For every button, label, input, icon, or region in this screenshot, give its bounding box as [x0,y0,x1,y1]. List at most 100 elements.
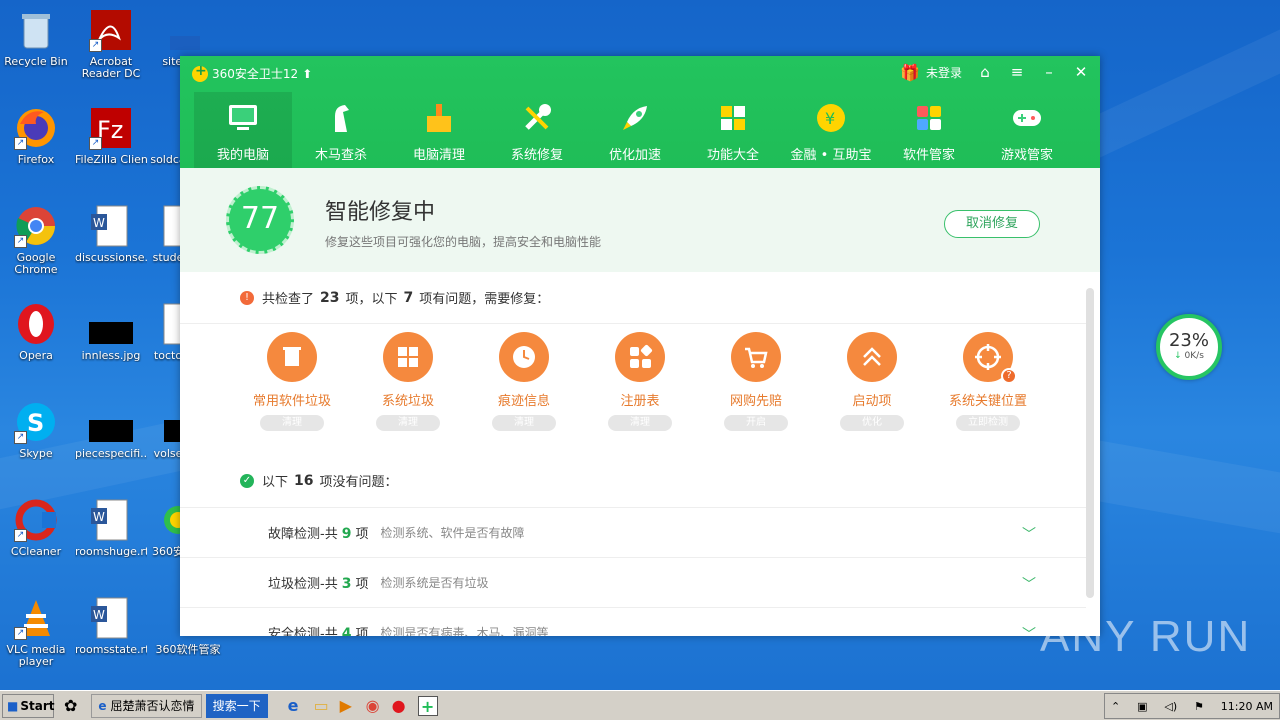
acrobat-icon: ↗ [89,8,133,52]
tab-finance[interactable]: ¥ 金融 • 互助宝 [782,92,880,168]
opera-taskbar-icon[interactable]: ● [392,696,412,716]
cancel-repair-button[interactable]: 取消修复 [944,210,1040,238]
svg-text:W: W [93,608,105,622]
issue-action-button[interactable]: 清理 [608,415,672,431]
ok-category-row[interactable]: 垃圾检测-共 3 项 检测系统是否有垃圾 ﹀ [180,558,1086,608]
network-tray-icon[interactable]: ▣ [1137,700,1147,713]
issue-item[interactable]: 网购先赔 开启 [698,332,814,454]
ok-category-row[interactable]: 故障检测-共 9 项 检测系统、软件是否有故障 ﹀ [180,508,1086,558]
issue-item[interactable]: 启动项 优化 [814,332,930,454]
tab-system-repair[interactable]: 系统修复 [488,92,586,168]
tab-my-computer[interactable]: 我的电脑 [194,92,292,168]
repair-status-panel: 77 智能修复中 修复这些项目可强化您的电脑，提高安全和电脑性能 取消修复 [180,168,1100,272]
tab-label: 软件管家 [902,148,955,163]
tab-label: 我的电脑 [216,148,269,163]
recycle-bin-icon [14,8,58,52]
issue-item[interactable]: 注册表 清理 [582,332,698,454]
chevron-down-icon[interactable]: ﹀ [1022,524,1036,544]
media-player-icon[interactable]: ▶ [340,696,360,716]
shortcut-arrow-icon: ↗ [14,431,27,444]
tab-features[interactable]: 功能大全 [684,92,782,168]
taskbar-ie-window[interactable]: e 屈楚萧否认恋情 [91,693,202,718]
gift-icon[interactable]: 🎁 [900,63,920,82]
tab-label: 游戏管家 [1000,148,1053,163]
upgrade-arrow-icon[interactable]: ⬆ [302,67,312,81]
issue-name: 注册表 [620,394,660,409]
tab-label: 金融 • 互助宝 [790,148,872,163]
tab-label: 系统修复 [510,148,563,163]
main-nav: 我的电脑 木马查杀 电脑清理 系统修复 优化加速 功能大全 ¥ 金融 • 互助宝… [194,92,1076,168]
desktop-icon-filezilla[interactable]: Fz ↗ FileZilla Client [75,106,147,166]
tab-speedup[interactable]: 优化加速 [586,92,684,168]
explorer-folder-icon[interactable]: ▭ [314,696,334,716]
close-icon[interactable]: ✕ [1072,62,1090,82]
quicklaunch-icon[interactable]: ✿ [64,696,77,715]
tab-software-manager[interactable]: 软件管家 [880,92,978,168]
desktop-icon-innless[interactable]: innless.jpg [75,302,147,362]
horse-icon [325,102,357,134]
network-speed: ↓ 0K/s [1174,351,1204,361]
desktop-icon-roomsstate[interactable]: W roomsstate.rtf [75,596,147,656]
tab-trojan-scan[interactable]: 木马查杀 [292,92,390,168]
desktop-icon-recycle-bin[interactable]: Recycle Bin [0,8,72,68]
issue-item[interactable]: 痕迹信息 清理 [466,332,582,454]
chrome-taskbar-icon[interactable]: ◉ [366,696,386,716]
shortcut-arrow-icon: ↗ [14,137,27,150]
gamepad-icon [1011,102,1043,134]
desktop-icon-chrome[interactable]: ↗ Google Chrome [0,204,72,276]
issue-item[interactable]: 常用软件垃圾 清理 [234,332,350,454]
desktop-icon-label: Google Chrome [14,252,58,276]
desktop-icon-label: VLC media player [6,644,66,668]
flag-icon[interactable]: ⚑ [1194,700,1204,713]
search-button[interactable]: 搜索一下 [205,693,268,718]
desktop-icon-opera[interactable]: Opera [0,302,72,362]
issue-name: 系统关键位置 [948,394,1027,409]
ok-category-row[interactable]: 安全检测-共 4 项 检测是否有病毒、木马、漏洞等 ﹀ [180,608,1086,636]
chevron-down-icon[interactable]: ﹀ [1022,574,1036,594]
desktop-icon-discussion-doc[interactable]: W discussionse... [75,204,147,264]
ie-quicklaunch-icon[interactable]: e [288,696,308,716]
clock-time[interactable]: 11:20 AM [1221,700,1273,713]
speaker-icon[interactable]: ◁) [1164,700,1177,713]
desktop-icon-vlc[interactable]: ↗ VLC media player [0,596,72,668]
skin-icon[interactable]: ⌂ [976,62,994,82]
grid-icon [717,102,749,134]
issue-action-button[interactable]: 清理 [376,415,440,431]
results-scrollbar[interactable] [1086,288,1094,598]
issue-action-button[interactable]: 开启 [724,415,788,431]
desktop-icon-label: piecespecifi... [75,448,147,460]
desktop-icon-firefox[interactable]: ↗ Firefox [0,106,72,166]
issue-action-button[interactable]: 清理 [492,415,556,431]
desktop-icon-skype[interactable]: S ↗ Skype [0,400,72,460]
desktop-icon-label: Firefox [17,154,55,166]
row-title: 故障检测-共 9 项 [268,526,369,542]
desktop-icon-acrobat[interactable]: ↗ Acrobat Reader DC [75,8,147,80]
minimize-icon[interactable]: – [1040,62,1058,82]
app-header: 360安全卫士12 ⬆ 🎁 未登录 ⌂ ≡ – ✕ 我的电脑 木马查杀 电脑清理 [180,56,1100,168]
chrome-icon: ↗ [14,204,58,248]
menu-icon[interactable]: ≡ [1008,62,1026,82]
shortcut-arrow-icon: ↗ [89,137,102,150]
desktop-icon-label: Opera [19,350,53,362]
tab-cleanup[interactable]: 电脑清理 [390,92,488,168]
check-icon: ✓ [240,473,254,488]
desktop-icon-ccleaner[interactable]: ↗ CCleaner [0,498,72,558]
chevron-down-icon[interactable]: ﹀ [1022,624,1036,636]
issue-action-button[interactable]: 优化 [840,415,904,431]
tray-expand-icon[interactable]: ⌃ [1111,700,1120,713]
wrench-icon [521,102,553,134]
registry-icon [615,332,665,382]
desktop-icon-roomshuge[interactable]: W roomshuge.rtf [75,498,147,558]
app-title-text: 360安全卫士12 [212,67,299,81]
issue-action-button[interactable]: 立即检测 [956,415,1020,431]
network-meter-widget[interactable]: 23% ↓ 0K/s [1156,314,1222,380]
tab-game-manager[interactable]: 游戏管家 [978,92,1076,168]
360-taskbar-icon[interactable]: + [417,695,438,716]
start-button[interactable]: ■ Start [2,693,54,718]
issue-item[interactable]: 系统垃圾 清理 [350,332,466,454]
desktop-icon-piecespecific[interactable]: piecespecifi... [75,400,147,460]
issue-action-button[interactable]: 清理 [260,415,324,431]
desktop-icon-label: innless.jpg [81,350,141,362]
login-link[interactable]: 未登录 [926,64,962,81]
issue-item[interactable]: ? 系统关键位置 立即检测 [930,332,1046,454]
